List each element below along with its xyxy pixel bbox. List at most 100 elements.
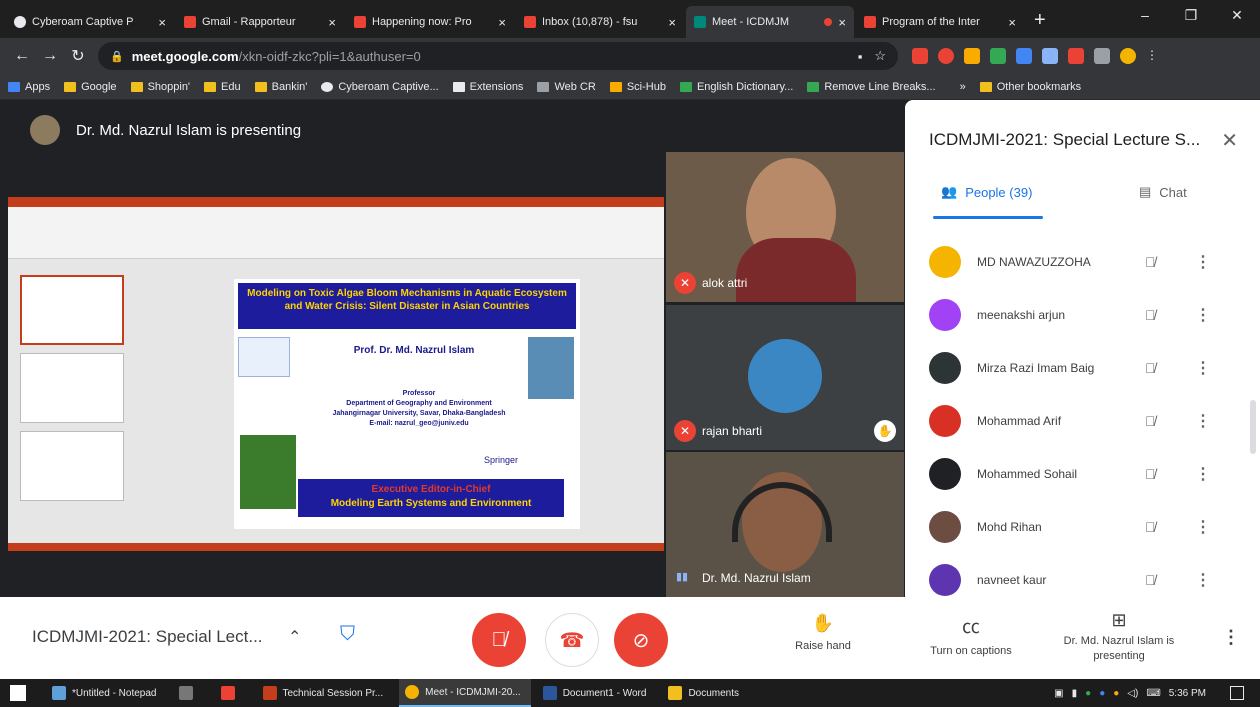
menu-kebab-icon[interactable]: ⋮ — [1146, 48, 1162, 64]
participant-tile[interactable]: ✕ rajan bharti ✋ — [666, 305, 904, 450]
captions-button[interactable]: ㏄ Turn on captions — [916, 613, 1026, 657]
bookmark-link[interactable]: Remove Line Breaks... — [807, 81, 936, 93]
back-icon[interactable]: ← — [8, 47, 36, 65]
more-options-icon[interactable]: ⋮ — [1195, 464, 1211, 484]
notification-icon[interactable] — [1230, 686, 1244, 700]
tray-icon[interactable]: ▮ — [1072, 688, 1078, 699]
more-options-icon[interactable]: ⋮ — [1222, 627, 1240, 648]
clock[interactable]: 5:36 PM — [1169, 688, 1206, 699]
panel-scrollbar[interactable] — [1250, 400, 1256, 454]
reload-icon[interactable]: ↻ — [64, 46, 92, 66]
bookmark-link[interactable]: English Dictionary... — [679, 81, 793, 93]
extension-icon[interactable] — [964, 48, 980, 64]
participant-tile[interactable]: ✕ alok attri — [666, 152, 904, 302]
taskbar-item[interactable]: Documents — [662, 679, 749, 707]
extension-icon[interactable] — [990, 48, 1006, 64]
extension-icon[interactable] — [1016, 48, 1032, 64]
browser-tab[interactable]: Happening now: Pro × — [346, 6, 514, 38]
close-tab-icon[interactable]: × — [498, 15, 506, 30]
extension-icon[interactable] — [912, 48, 928, 64]
taskbar-item[interactable]: *Untitled - Notepad — [46, 679, 167, 707]
list-item[interactable]: MD NAWAZUZZOHA 🎙̸ ⋮ — [905, 235, 1260, 288]
bookmark-apps[interactable]: Apps — [8, 81, 50, 93]
puzzle-icon[interactable] — [1094, 48, 1110, 64]
browser-tab[interactable]: Program of the Inter × — [856, 6, 1024, 38]
volume-icon[interactable]: ◁) — [1127, 688, 1138, 699]
chevron-up-icon[interactable]: ⌃ — [288, 627, 301, 647]
windows-start-icon[interactable] — [10, 685, 26, 701]
bookmark-link[interactable]: Extensions — [452, 81, 523, 93]
browser-tab[interactable]: Gmail - Rapporteur × — [176, 6, 344, 38]
apps-grid-icon — [8, 81, 20, 92]
list-item[interactable]: Mohammed Sohail 🎙̸ ⋮ — [905, 447, 1260, 500]
browser-tab[interactable]: Inbox (10,878) - fsu × — [516, 6, 684, 38]
close-tab-icon[interactable]: × — [328, 15, 336, 30]
keyboard-icon[interactable]: ⌨ — [1146, 688, 1160, 699]
bookmark-star-icon[interactable]: ☆ — [874, 48, 886, 64]
close-tab-icon[interactable]: × — [838, 15, 846, 30]
bookmark-folder[interactable]: Bankin' — [254, 81, 307, 93]
taskbar-item[interactable] — [215, 679, 251, 707]
taskbar-item[interactable]: Technical Session Pr... — [257, 679, 394, 707]
profile-icon[interactable] — [1120, 48, 1136, 64]
close-tab-icon[interactable]: × — [1008, 15, 1016, 30]
more-options-icon[interactable]: ⋮ — [1195, 570, 1211, 590]
slide-editor-box: Executive Editor-in-Chief Modeling Earth… — [298, 479, 564, 517]
bookmark-folder[interactable]: Google — [64, 81, 117, 93]
more-options-icon[interactable]: ⋮ — [1195, 358, 1211, 378]
tab-people[interactable]: 👥 People (39) — [941, 184, 1032, 200]
camera-indicator-icon[interactable]: ▪ — [858, 49, 863, 64]
presenting-button[interactable]: ⊞ Dr. Md. Nazrul Islam is presenting — [1058, 611, 1180, 664]
more-options-icon[interactable]: ⋮ — [1195, 517, 1211, 537]
camera-off-icon: ⊘ — [632, 629, 650, 652]
taskbar-item-active[interactable]: Meet - ICDMJMI-20... — [399, 679, 531, 707]
tray-icon[interactable]: ● — [1085, 688, 1091, 699]
participant-video — [736, 238, 856, 302]
minimize-icon[interactable]: – — [1122, 0, 1168, 30]
raised-hand-icon: ✋ — [874, 420, 896, 442]
more-options-icon[interactable]: ⋮ — [1195, 252, 1211, 272]
list-item[interactable]: Mohammad Arif 🎙̸ ⋮ — [905, 394, 1260, 447]
tab-chat[interactable]: ▤ Chat — [1139, 184, 1187, 200]
camera-toggle-button[interactable]: ⊘ — [614, 613, 668, 667]
browser-tab[interactable]: Cyberoam Captive P × — [6, 6, 174, 38]
list-item[interactable]: meenakshi arjun 🎙̸ ⋮ — [905, 288, 1260, 341]
extension-icon[interactable] — [1068, 48, 1084, 64]
forward-icon[interactable]: → — [36, 47, 64, 65]
shield-icon[interactable]: ⛉ — [340, 623, 366, 651]
more-options-icon[interactable]: ⋮ — [1195, 411, 1211, 431]
close-window-icon[interactable]: ✕ — [1214, 0, 1260, 30]
bookmark-other[interactable]: Other bookmarks — [979, 81, 1081, 93]
meeting-name[interactable]: ICDMJMI-2021: Special Lect... — [32, 627, 263, 647]
mic-toggle-button[interactable]: 🎙̸ — [472, 613, 526, 667]
browser-tab-active[interactable]: Meet - ICDMJM × — [686, 6, 854, 38]
bookmark-link[interactable]: Cyberoam Captive... — [321, 81, 439, 93]
close-tab-icon[interactable]: × — [158, 15, 166, 30]
bookmark-link[interactable]: Sci-Hub — [609, 81, 666, 93]
bookmark-folder[interactable]: Shoppin' — [130, 81, 190, 93]
list-item[interactable]: Mohd Rihan 🎙̸ ⋮ — [905, 500, 1260, 553]
taskbar-item[interactable] — [173, 679, 209, 707]
new-tab-button[interactable]: + — [1034, 9, 1046, 38]
bookmark-folder[interactable]: Edu — [204, 81, 241, 93]
extension-icon[interactable] — [1042, 48, 1058, 64]
restore-icon[interactable]: ❐ — [1168, 0, 1214, 30]
address-bar[interactable]: 🔒 meet.google.com/xkn-oidf-zkc?pli=1&aut… — [98, 42, 898, 70]
tray-icon[interactable]: ● — [1099, 688, 1105, 699]
bookmark-link[interactable]: Web CR — [537, 81, 596, 93]
more-options-icon[interactable]: ⋮ — [1195, 305, 1211, 325]
close-tab-icon[interactable]: × — [668, 15, 676, 30]
close-icon[interactable]: ✕ — [1221, 128, 1238, 153]
extension-icon[interactable] — [938, 48, 954, 64]
tray-icon[interactable]: ▣ — [1054, 688, 1063, 699]
taskbar-item[interactable]: Document1 - Word — [537, 679, 657, 707]
folder-icon — [64, 81, 77, 92]
university-logo — [238, 337, 290, 377]
leave-call-button[interactable]: ☎ — [545, 613, 599, 667]
list-item[interactable]: Mirza Razi Imam Baig 🎙̸ ⋮ — [905, 341, 1260, 394]
participant-tile[interactable]: ▮▮ Dr. Md. Nazrul Islam — [666, 452, 904, 597]
raise-hand-button[interactable]: ✋ Raise hand — [788, 613, 858, 652]
bookmarks-overflow-icon[interactable]: » — [960, 81, 966, 93]
tray-icon[interactable]: ● — [1113, 688, 1119, 699]
presenter-avatar — [30, 115, 60, 145]
